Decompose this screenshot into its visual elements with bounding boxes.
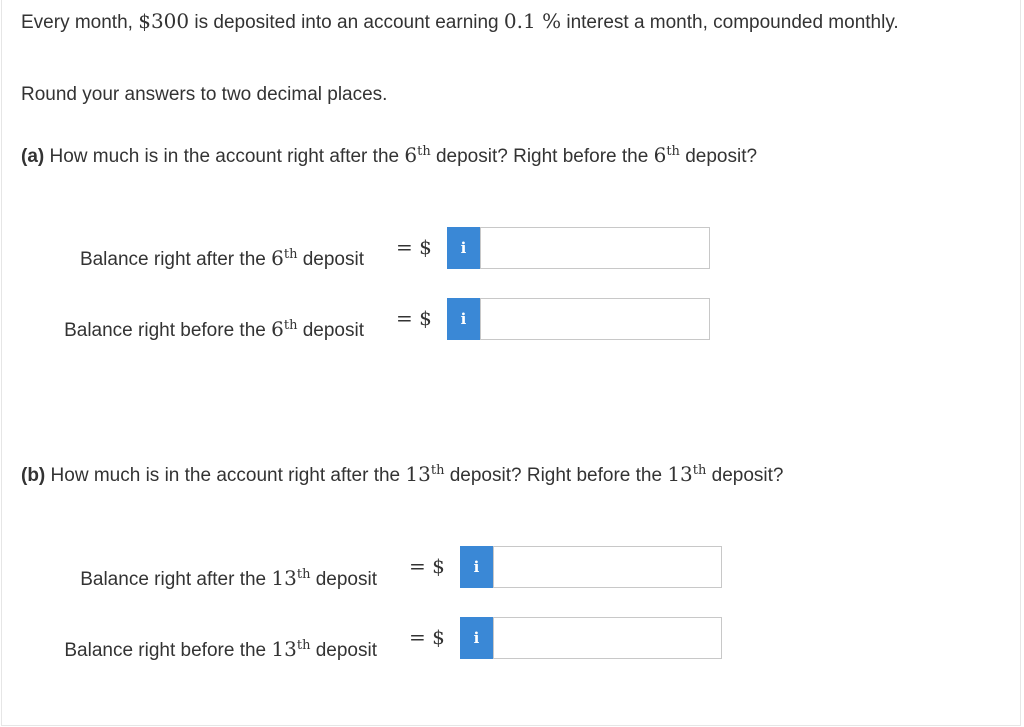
part-a-text-end: deposit? [679,146,758,167]
label-sup: th [296,567,311,582]
part-b-text-mid: deposit? Right before the [444,465,668,486]
equals-dollar: = $ [409,625,445,649]
label-before-13th-deposit: Balance right before the 13th deposit [64,637,377,665]
part-a-num-2: 6 [653,143,667,167]
label-sup: th [283,318,298,333]
label-text-end: deposit [310,640,377,661]
problem-statement: Every month, $300 is deposited into an a… [21,9,899,35]
intro-text-end: interest a month, compounded monthly. [561,12,899,33]
label-before-6th-deposit: Balance right before the 6th deposit [64,317,364,345]
label-after-13th-deposit: Balance right after the 13th deposit [80,566,377,594]
label-num: 6 [271,317,284,341]
equals-dollar: = $ [396,306,432,330]
answer-after-6th-input[interactable] [480,227,710,269]
answer-before-13th-input[interactable] [493,617,722,659]
part-b-num: 13 [405,462,431,486]
part-b-num-2: 13 [667,462,693,486]
label-text-end: deposit [297,249,364,270]
equals-dollar: = $ [396,235,432,259]
round-instruction: Round your answers to two decimal places… [21,84,388,105]
equals-dollar: = $ [409,554,445,578]
label-sup: th [296,638,311,653]
answer-after-13th-input[interactable] [493,546,722,588]
deposit-amount: $300 [138,9,190,33]
label-sup: th [283,247,298,262]
label-text: Balance right after the [79,249,272,270]
label-text-end: deposit [297,320,364,341]
info-icon[interactable]: i [447,298,480,340]
info-icon[interactable]: i [460,546,493,588]
label-num: 13 [271,566,297,590]
info-icon[interactable]: i [460,617,493,659]
part-a-sup-2: th [666,144,680,159]
interest-rate: 0.1 % [503,9,562,33]
part-a-sup: th [417,144,431,159]
part-b-text: How much is in the account right after t… [45,465,406,486]
label-text: Balance right before the [64,640,272,661]
intro-text-mid: is deposited into an account earning [189,12,504,33]
label-after-6th-deposit: Balance right after the 6th deposit [80,246,364,274]
info-icon[interactable]: i [447,227,480,269]
label-num: 13 [271,637,297,661]
part-a-letter: (a) [21,146,45,167]
part-a-num: 6 [404,143,418,167]
label-text: Balance right after the [80,569,272,590]
part-a-text: How much is in the account right after t… [44,146,405,167]
intro-text: Every month, [21,12,139,33]
label-text-end: deposit [310,569,377,590]
part-b-sup-2: th [692,463,707,478]
label-num: 6 [271,246,284,270]
part-b-question: (b) How much is in the account right aft… [21,462,784,490]
part-a-question: (a) How much is in the account right aft… [21,143,757,171]
part-b-text-end: deposit? [706,465,784,486]
part-a-text-mid: deposit? Right before the [430,146,654,167]
answer-before-6th-input[interactable] [480,298,710,340]
label-text: Balance right before the [64,320,272,341]
part-b-letter: (b) [21,465,46,486]
part-b-sup: th [430,463,445,478]
